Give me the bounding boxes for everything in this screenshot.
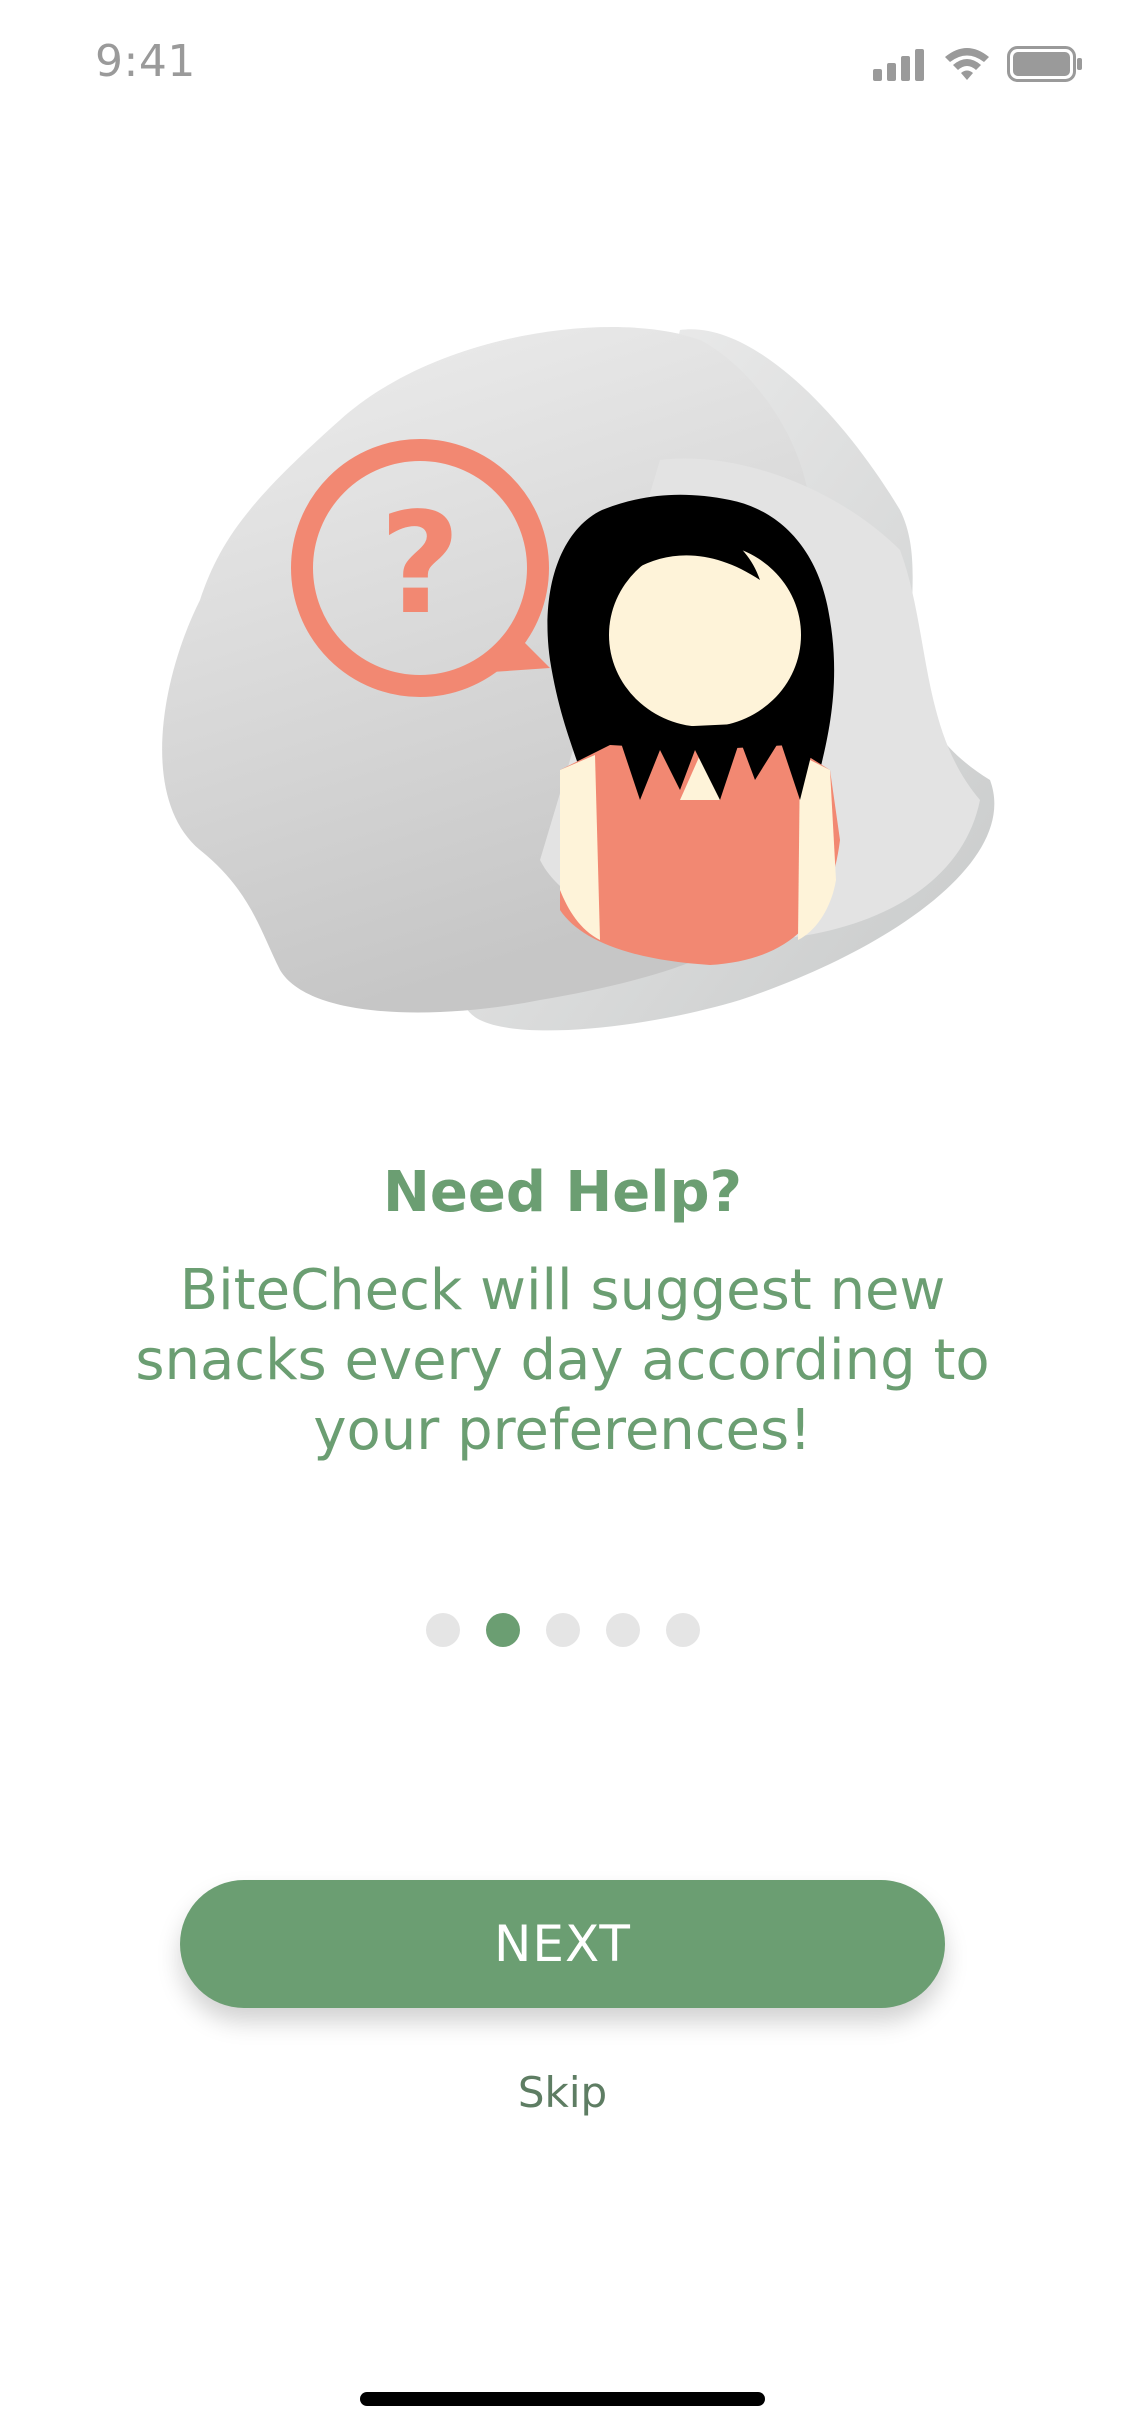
cellular-signal-icon [873, 49, 924, 81]
page-dot-5[interactable] [665, 1613, 700, 1647]
battery-icon [1007, 46, 1082, 82]
home-indicator[interactable] [360, 2392, 765, 2406]
status-bar: 9:41 [0, 0, 1125, 132]
page-indicator [0, 1613, 1125, 1647]
page-dot-4[interactable] [605, 1613, 640, 1647]
page-dot-2-active[interactable] [485, 1613, 520, 1647]
onboarding-illustration: ? [162, 326, 995, 1031]
question-mark: ? [379, 483, 460, 646]
onboarding-title: Need Help? [382, 1160, 743, 1225]
onboarding-description: BiteCheck will suggest new snacks every … [135, 1258, 990, 1463]
status-icons [873, 46, 1083, 82]
next-button[interactable]: NEXT [180, 1880, 945, 2008]
page-dot-1[interactable] [425, 1613, 460, 1647]
woman-figure [547, 494, 840, 965]
status-time: 9:41 [95, 36, 196, 87]
wifi-icon [945, 48, 989, 80]
skip-link[interactable]: Skip [0, 2068, 1125, 2117]
page-dot-3[interactable] [545, 1613, 580, 1647]
